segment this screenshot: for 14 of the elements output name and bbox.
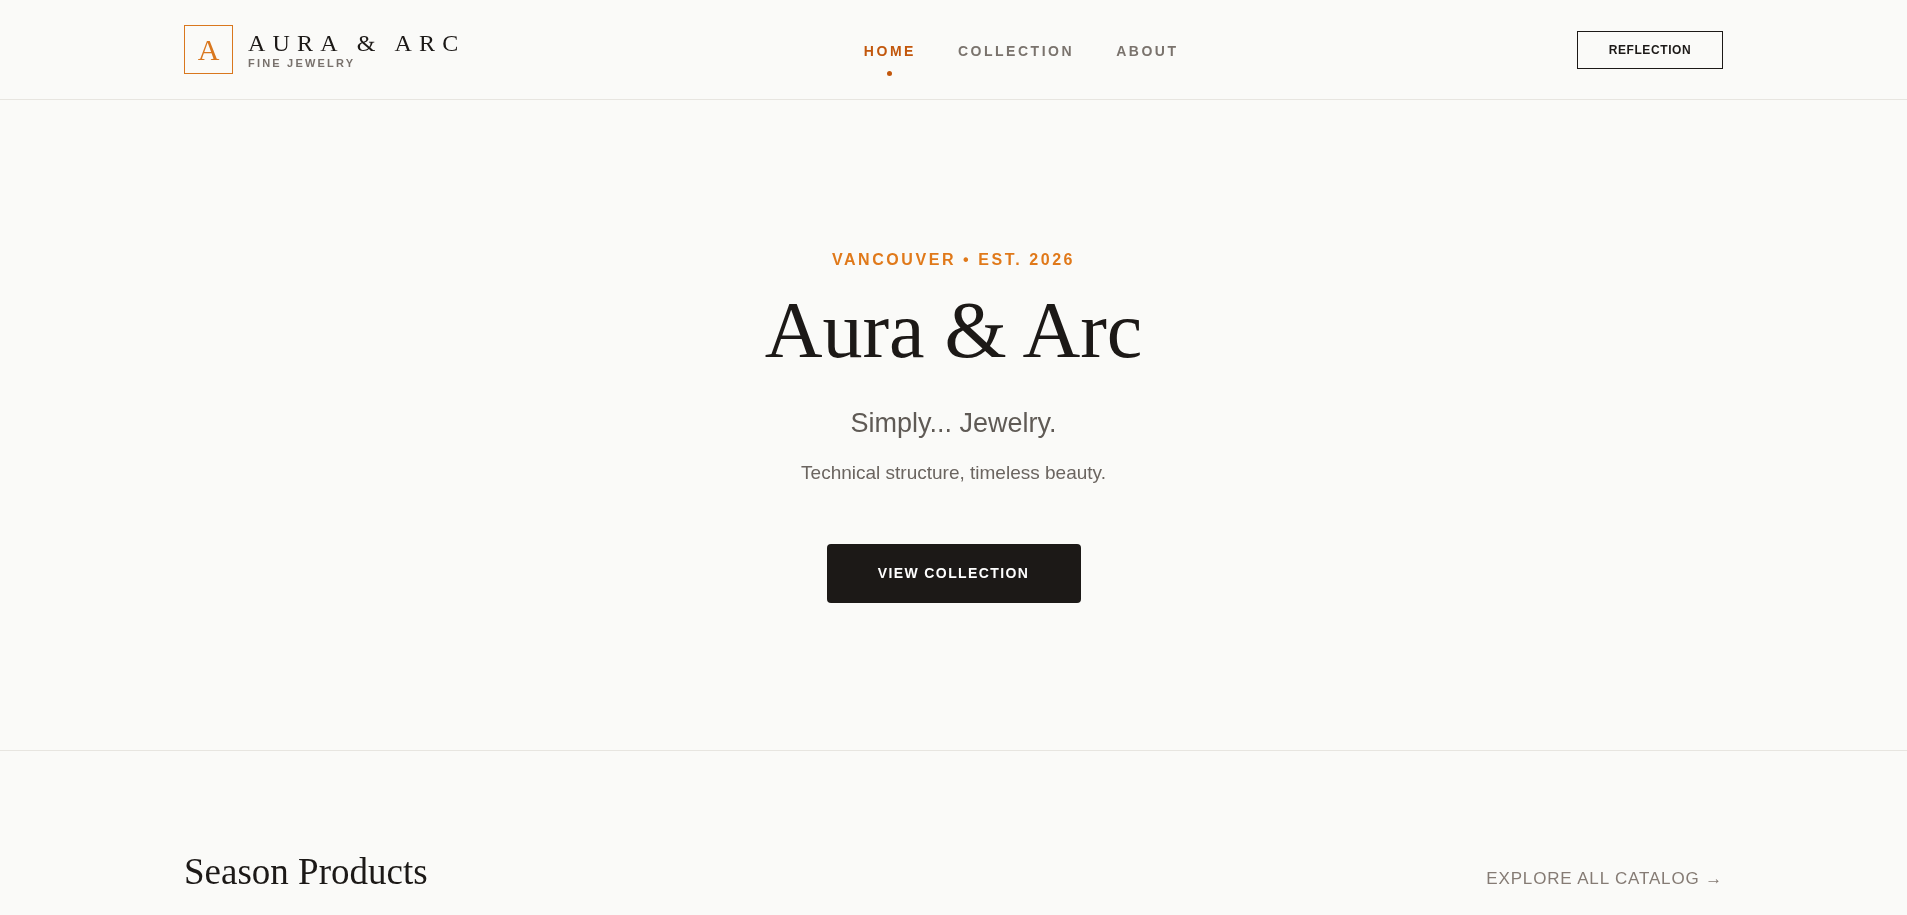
brand-name: AURA & ARC [248, 29, 466, 57]
reflection-button[interactable]: REFLECTION [1577, 30, 1723, 69]
hero-eyebrow: VANCOUVER • EST. 2026 [831, 250, 1076, 270]
logo-mark[interactable]: A [184, 25, 233, 74]
nav-link[interactable]: ABOUT [1116, 41, 1179, 61]
nav-link[interactable]: COLLECTION [957, 41, 1075, 61]
nav-link[interactable]: HOME [863, 41, 916, 76]
hero-subtitle: Simply... Jewelry. [850, 407, 1057, 440]
hero-tagline: Technical structure, timeless beauty. [801, 461, 1106, 485]
explore-catalog-link[interactable]: EXPLORE ALL CATALOG → [1486, 867, 1723, 891]
brand-tagline: FINE JEWELRY [248, 57, 357, 70]
hero-title: Aura & Arc [764, 290, 1143, 370]
section-title: Season Products [184, 850, 428, 894]
view-collection-button[interactable]: VIEW COLLECTION [826, 544, 1081, 603]
